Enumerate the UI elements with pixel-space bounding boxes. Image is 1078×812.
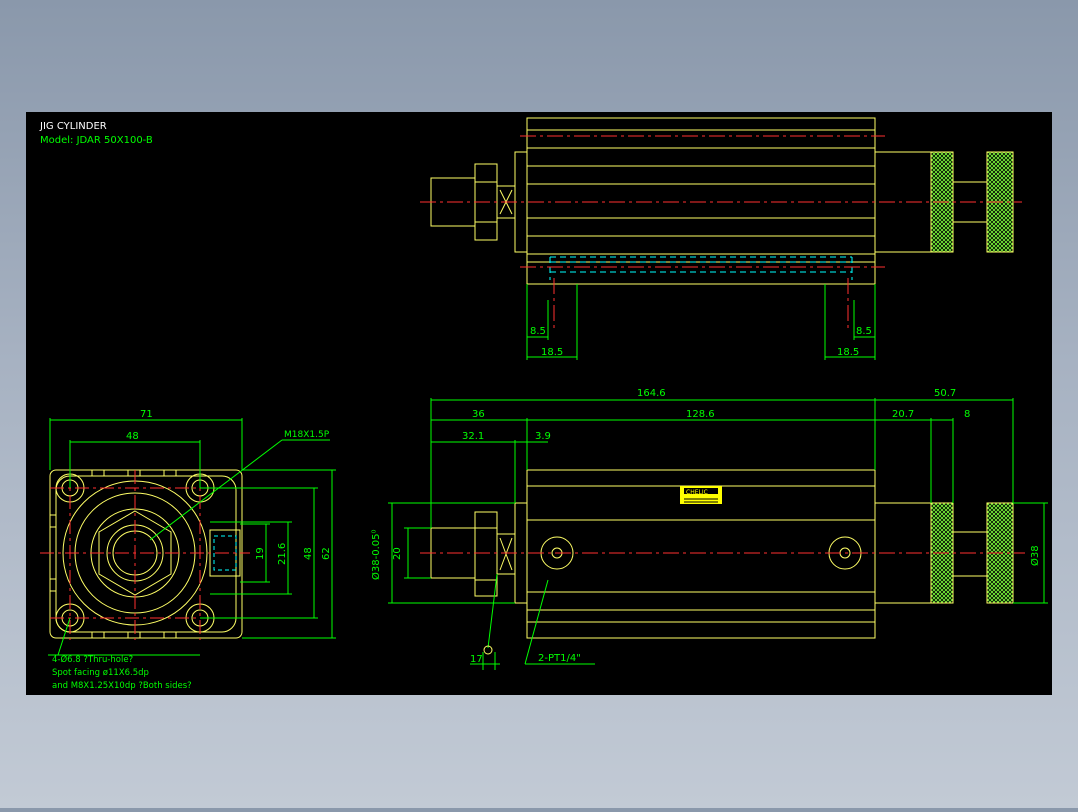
- drawing-canvas: JIG CYLINDER Model: JDAR 50X100-B 8.5 18…: [26, 112, 1052, 695]
- dim-end-h1: 19: [255, 547, 266, 560]
- dim-end-width: 71: [140, 409, 153, 420]
- dim-nut-width: 17: [470, 654, 483, 665]
- drawing-title: JIG CYLINDER: [39, 121, 107, 132]
- dim-flange: 3.9: [535, 431, 551, 442]
- note-line-3: and M8X1.25X10dp ?Both sides?: [52, 681, 192, 691]
- dim-body-length: 128.6: [686, 409, 715, 420]
- dim-top-left-large: 18.5: [541, 347, 563, 358]
- dim-tail-diameter: Ø38: [1029, 545, 1041, 566]
- dim-top-right-small: 8.5: [856, 326, 872, 337]
- dim-top-left-small: 8.5: [530, 326, 546, 337]
- note-line-1: 4-Ø6.8 ?Thru-hole?: [52, 654, 133, 665]
- cad-viewport: JIG CYLINDER Model: JDAR 50X100-B 8.5 18…: [0, 0, 1078, 808]
- dim-end-h4: 62: [321, 547, 332, 560]
- thread-label: M18X1.5P: [284, 430, 330, 440]
- dim-tail-length: 50.7: [934, 388, 956, 399]
- dim-end-pitch: 48: [126, 431, 139, 442]
- dim-end-h2: 21.6: [277, 543, 288, 565]
- dim-thread-diameter: 20: [392, 547, 403, 560]
- dim-end-h3: 48: [303, 547, 314, 560]
- drawing-sheet: [26, 112, 1052, 695]
- dim-knurl-gap: 20.7: [892, 409, 914, 420]
- dim-overall-length: 164.6: [637, 388, 666, 399]
- dim-knurl-width: 8: [964, 409, 970, 420]
- dim-top-right-large: 18.5: [837, 347, 859, 358]
- dim-rod-end: 32.1: [462, 431, 484, 442]
- note-line-2: Spot facing ø11X6.5dp: [52, 668, 149, 678]
- label-plate: CHELIC: [680, 486, 722, 504]
- svg-text:CHELIC: CHELIC: [686, 489, 708, 496]
- dim-rod-diameter: Ø38-0.05⁰: [370, 530, 382, 580]
- dim-head-length: 36: [472, 409, 485, 420]
- drawing-model: Model: JDAR 50X100-B: [40, 135, 153, 146]
- port-label: 2-PT1/4": [538, 653, 581, 664]
